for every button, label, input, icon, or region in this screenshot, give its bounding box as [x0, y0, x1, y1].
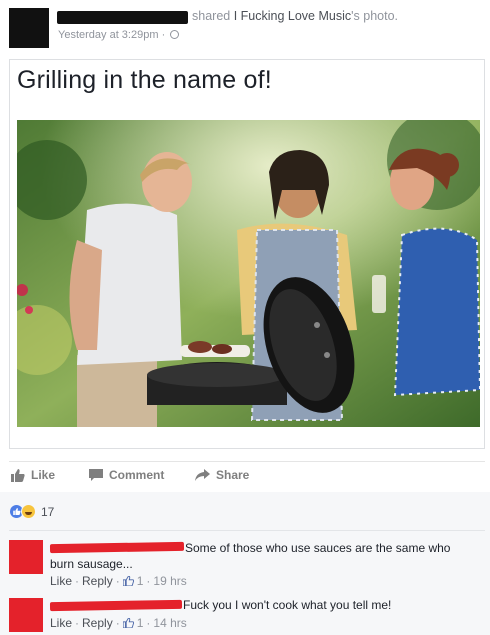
post-meta: Yesterday at 3:29pm ·: [58, 29, 180, 41]
commenter-avatar-redacted[interactable]: [9, 598, 43, 632]
comment-text: Fuck you I won't cook what you tell me!: [183, 597, 391, 613]
comment-time[interactable]: 19 hrs: [153, 574, 186, 588]
post-actions: Like Comment Share: [0, 462, 490, 492]
reaction-count: 17: [41, 504, 55, 519]
comment-time[interactable]: 14 hrs: [153, 616, 186, 630]
comment-like-count[interactable]: 1: [137, 616, 144, 630]
comment-text: Some of those who use sauces are the sam…: [185, 540, 450, 556]
comment-icon: [89, 468, 103, 481]
comment-text-line1: Some of those who use sauces are the sam…: [185, 541, 451, 555]
poster-avatar-redacted[interactable]: [9, 8, 49, 48]
photo-suffix: 's photo.: [351, 9, 399, 23]
globe-icon[interactable]: [170, 30, 180, 39]
share-icon: [195, 469, 210, 481]
comment-meta: Like · Reply · 1 · 19 hrs: [50, 574, 187, 588]
commenter-name-redacted[interactable]: [49, 599, 183, 612]
like-button[interactable]: Like: [11, 468, 55, 482]
shared-photo-card[interactable]: Grilling in the name of!: [9, 59, 485, 449]
poster-name-redacted[interactable]: [57, 11, 188, 24]
thumbs-up-icon: [122, 576, 134, 586]
comment-like-count[interactable]: 1: [137, 574, 144, 588]
reactions-summary[interactable]: 17: [9, 504, 54, 519]
shared-text: shared: [192, 9, 231, 23]
grilling-photo-illustration: [17, 120, 480, 427]
comment-reply-link[interactable]: Reply: [82, 574, 113, 588]
commenter-avatar-redacted[interactable]: [9, 540, 43, 574]
share-label: Share: [216, 468, 250, 482]
commenter-name-redacted[interactable]: [49, 541, 185, 554]
comment-reply-link[interactable]: Reply: [82, 616, 113, 630]
comment-text-cont: burn sausage...: [50, 556, 133, 572]
comment-text-line1: Fuck you I won't cook what you tell me!: [183, 598, 392, 612]
shared-line: shared I Fucking Love Music's photo.: [192, 9, 398, 23]
thumbs-up-icon: [11, 468, 25, 482]
comments-section: 17 Some of those who use sauces are the …: [0, 492, 490, 635]
comment-like-link[interactable]: Like: [50, 616, 72, 630]
thumbs-up-icon: [122, 618, 134, 628]
comment-button[interactable]: Comment: [89, 468, 164, 482]
haha-icon: [21, 504, 36, 519]
like-label: Like: [31, 468, 56, 482]
post-header: shared I Fucking Love Music's photo. Yes…: [0, 0, 490, 56]
grilling-photo[interactable]: [17, 120, 480, 427]
share-button[interactable]: Share: [195, 468, 249, 482]
page-name-link[interactable]: I Fucking Love Music: [234, 9, 351, 23]
comment-label: Comment: [109, 468, 165, 482]
comment-like-link[interactable]: Like: [50, 574, 72, 588]
comments-divider: [9, 530, 485, 531]
comment-meta: Like · Reply · 1 · 14 hrs: [50, 616, 187, 630]
comment-text-line2: burn sausage...: [50, 557, 133, 571]
post-timestamp[interactable]: Yesterday at 3:29pm: [58, 29, 159, 41]
photo-caption: Grilling in the name of!: [17, 66, 272, 94]
